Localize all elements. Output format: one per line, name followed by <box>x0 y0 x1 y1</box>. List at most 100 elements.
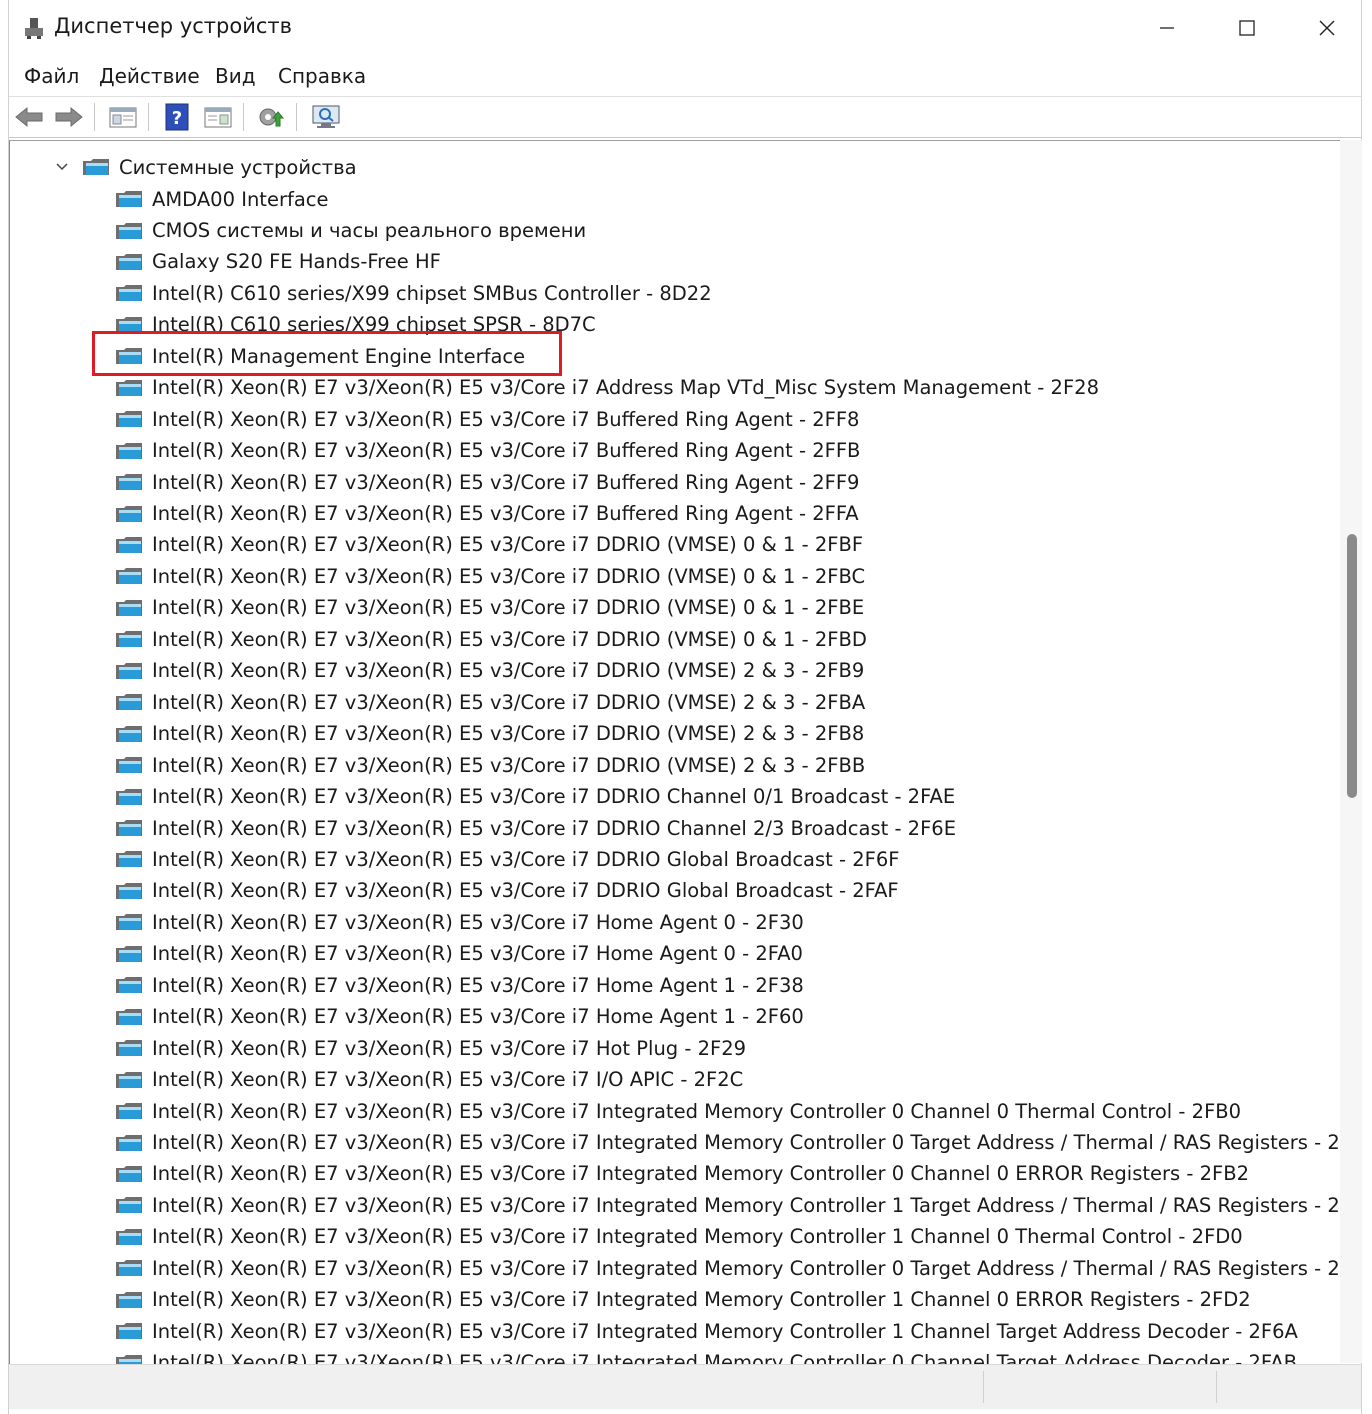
device-row[interactable]: Intel(R) Xeon(R) E7 v3/Xeon(R) E5 v3/Cor… <box>115 530 863 560</box>
device-row[interactable]: Intel(R) Xeon(R) E7 v3/Xeon(R) E5 v3/Cor… <box>115 404 859 434</box>
device-label: Intel(R) Xeon(R) E7 v3/Xeon(R) E5 v3/Cor… <box>152 1036 747 1060</box>
close-button[interactable] <box>1287 0 1367 56</box>
maximize-button[interactable] <box>1207 0 1287 56</box>
device-label: Intel(R) Xeon(R) E7 v3/Xeon(R) E5 v3/Cor… <box>152 879 899 903</box>
back-button[interactable] <box>12 103 46 131</box>
device-row[interactable]: Intel(R) Xeon(R) E7 v3/Xeon(R) E5 v3/Cor… <box>115 1285 1251 1315</box>
forward-button[interactable] <box>52 103 86 131</box>
system-device-folder-icon <box>116 222 142 239</box>
status-bar <box>9 1364 1361 1409</box>
menu-view[interactable]: Вид <box>209 62 262 90</box>
system-device-folder-icon <box>116 662 142 679</box>
device-row[interactable]: Intel(R) Xeon(R) E7 v3/Xeon(R) E5 v3/Cor… <box>115 1033 746 1063</box>
toolbar-separator <box>148 103 149 131</box>
device-row[interactable]: Intel(R) Xeon(R) E7 v3/Xeon(R) E5 v3/Cor… <box>115 813 956 843</box>
menu-action[interactable]: Действие <box>93 62 206 90</box>
device-label: AMDA00 Interface <box>152 187 329 211</box>
device-label: Intel(R) Xeon(R) E7 v3/Xeon(R) E5 v3/Cor… <box>152 722 865 746</box>
device-row[interactable]: Intel(R) Xeon(R) E7 v3/Xeon(R) E5 v3/Cor… <box>115 1002 804 1032</box>
system-device-folder-icon <box>116 977 142 994</box>
menu-file[interactable]: Файл <box>18 62 85 90</box>
system-device-folder-icon <box>116 442 142 459</box>
forward-arrow-icon <box>55 106 83 128</box>
device-row[interactable]: Intel(R) Xeon(R) E7 v3/Xeon(R) E5 v3/Cor… <box>115 1348 1297 1364</box>
device-row[interactable]: Intel(R) Xeon(R) E7 v3/Xeon(R) E5 v3/Cor… <box>115 876 899 906</box>
device-label: Intel(R) Xeon(R) E7 v3/Xeon(R) E5 v3/Cor… <box>152 1193 1340 1217</box>
minimize-icon <box>1160 27 1174 29</box>
device-row[interactable]: Intel(R) Xeon(R) E7 v3/Xeon(R) E5 v3/Cor… <box>115 907 804 937</box>
update-driver-button[interactable] <box>254 103 288 131</box>
device-row[interactable]: Intel(R) Xeon(R) E7 v3/Xeon(R) E5 v3/Cor… <box>115 1128 1340 1158</box>
device-label: Intel(R) Xeon(R) E7 v3/Xeon(R) E5 v3/Cor… <box>152 1319 1298 1343</box>
system-device-folder-icon <box>116 1008 142 1025</box>
properties-pane-button[interactable] <box>201 103 235 131</box>
device-label: Intel(R) Xeon(R) E7 v3/Xeon(R) E5 v3/Cor… <box>152 470 860 494</box>
minimize-button[interactable] <box>1127 0 1207 56</box>
device-row[interactable]: Intel(R) Xeon(R) E7 v3/Xeon(R) E5 v3/Cor… <box>115 1190 1340 1220</box>
device-row[interactable]: Intel(R) Xeon(R) E7 v3/Xeon(R) E5 v3/Cor… <box>115 844 900 874</box>
title-bar: Диспетчер устройств <box>9 0 1361 56</box>
device-row[interactable]: Intel(R) Xeon(R) E7 v3/Xeon(R) E5 v3/Cor… <box>115 970 804 1000</box>
device-row[interactable]: Intel(R) Xeon(R) E7 v3/Xeon(R) E5 v3/Cor… <box>115 939 803 969</box>
system-device-folder-icon <box>116 411 142 428</box>
device-row[interactable]: Intel(R) Xeon(R) E7 v3/Xeon(R) E5 v3/Cor… <box>115 782 955 812</box>
system-device-folder-icon <box>116 820 142 836</box>
device-row[interactable]: Intel(R) Xeon(R) E7 v3/Xeon(R) E5 v3/Cor… <box>115 719 864 749</box>
device-row[interactable]: Intel(R) Xeon(R) E7 v3/Xeon(R) E5 v3/Cor… <box>115 624 867 654</box>
svg-text:?: ? <box>172 108 182 129</box>
system-device-folder-icon <box>116 757 142 774</box>
scan-hardware-changes-button[interactable] <box>309 103 343 131</box>
device-row[interactable]: Intel(R) Xeon(R) E7 v3/Xeon(R) E5 v3/Cor… <box>115 1096 1241 1126</box>
device-label: Intel(R) Xeon(R) E7 v3/Xeon(R) E5 v3/Cor… <box>152 1288 1251 1312</box>
device-row[interactable]: AMDA00 Interface <box>115 184 329 214</box>
device-row[interactable]: Intel(R) Xeon(R) E7 v3/Xeon(R) E5 v3/Cor… <box>115 1222 1243 1252</box>
device-label: Intel(R) Xeon(R) E7 v3/Xeon(R) E5 v3/Cor… <box>152 1068 744 1092</box>
system-device-folder-icon <box>116 1040 142 1057</box>
vertical-scrollbar[interactable] <box>1340 140 1362 1363</box>
device-row[interactable]: Intel(R) Xeon(R) E7 v3/Xeon(R) E5 v3/Cor… <box>115 1316 1298 1346</box>
device-row[interactable]: Galaxy S20 FE Hands-Free HF <box>115 247 441 277</box>
tree-category-system-devices[interactable]: Системные устройства <box>54 152 357 182</box>
device-label: Intel(R) Xeon(R) E7 v3/Xeon(R) E5 v3/Cor… <box>152 690 866 714</box>
device-row[interactable]: Intel(R) Xeon(R) E7 v3/Xeon(R) E5 v3/Cor… <box>115 373 1099 403</box>
help-button[interactable]: ? <box>160 103 194 131</box>
device-label: Intel(R) Xeon(R) E7 v3/Xeon(R) E5 v3/Cor… <box>152 1351 1298 1364</box>
device-tree[interactable]: Системные устройства AMDA00 Interface CMO… <box>9 140 1340 1364</box>
system-device-folder-icon <box>116 1291 142 1308</box>
menu-help[interactable]: Справка <box>272 62 372 90</box>
system-device-folder-icon <box>116 882 142 899</box>
show-hide-console-tree-button[interactable] <box>106 103 140 131</box>
device-row[interactable]: Intel(R) Xeon(R) E7 v3/Xeon(R) E5 v3/Cor… <box>115 467 859 497</box>
properties-pane-icon <box>204 107 232 128</box>
device-label: Intel(R) Xeon(R) E7 v3/Xeon(R) E5 v3/Cor… <box>152 627 867 651</box>
device-label: Intel(R) Xeon(R) E7 v3/Xeon(R) E5 v3/Cor… <box>152 785 956 808</box>
scan-hardware-changes-icon <box>312 105 340 128</box>
device-label: Galaxy S20 FE Hands-Free HF <box>152 250 441 274</box>
device-row[interactable]: CMOS системы и часы реального времени <box>115 216 586 246</box>
device-row[interactable]: Intel(R) Xeon(R) E7 v3/Xeon(R) E5 v3/Cor… <box>115 1065 743 1095</box>
device-label: Intel(R) Xeon(R) E7 v3/Xeon(R) E5 v3/Cor… <box>152 659 865 683</box>
device-row[interactable]: Intel(R) Xeon(R) E7 v3/Xeon(R) E5 v3/Cor… <box>115 436 860 466</box>
device-row[interactable]: Intel(R) Xeon(R) E7 v3/Xeon(R) E5 v3/Cor… <box>115 656 864 686</box>
device-label: Intel(R) Xeon(R) E7 v3/Xeon(R) E5 v3/Cor… <box>152 1005 804 1029</box>
system-device-folder-icon <box>116 725 142 742</box>
device-row[interactable]: Intel(R) Xeon(R) E7 v3/Xeon(R) E5 v3/Cor… <box>115 750 865 780</box>
system-device-folder-icon <box>116 914 142 931</box>
system-devices-folder-icon <box>83 159 109 175</box>
device-row[interactable]: Intel(R) Xeon(R) E7 v3/Xeon(R) E5 v3/Cor… <box>115 1253 1340 1283</box>
device-row[interactable]: Intel(R) Xeon(R) E7 v3/Xeon(R) E5 v3/Cor… <box>115 561 865 591</box>
system-device-folder-icon <box>116 694 142 711</box>
toolbar-separator <box>94 103 95 131</box>
device-row[interactable]: Intel(R) C610 series/X99 chipset SMBus C… <box>115 278 712 308</box>
system-device-folder-icon <box>116 1103 142 1119</box>
collapse-chevron-icon[interactable] <box>54 163 70 171</box>
toolbar: ? <box>9 96 1361 138</box>
scrollbar-thumb[interactable] <box>1347 534 1357 798</box>
device-row[interactable]: Intel(R) Xeon(R) E7 v3/Xeon(R) E5 v3/Cor… <box>115 499 859 529</box>
device-label: Intel(R) Xeon(R) E7 v3/Xeon(R) E5 v3/Cor… <box>152 1099 1242 1123</box>
device-row[interactable]: Intel(R) Xeon(R) E7 v3/Xeon(R) E5 v3/Cor… <box>115 593 864 623</box>
device-row[interactable]: Intel(R) Xeon(R) E7 v3/Xeon(R) E5 v3/Cor… <box>115 1159 1249 1189</box>
device-row[interactable]: Intel(R) Xeon(R) E7 v3/Xeon(R) E5 v3/Cor… <box>115 687 865 717</box>
system-device-folder-icon <box>116 568 142 585</box>
system-device-folder-icon <box>116 1323 142 1340</box>
